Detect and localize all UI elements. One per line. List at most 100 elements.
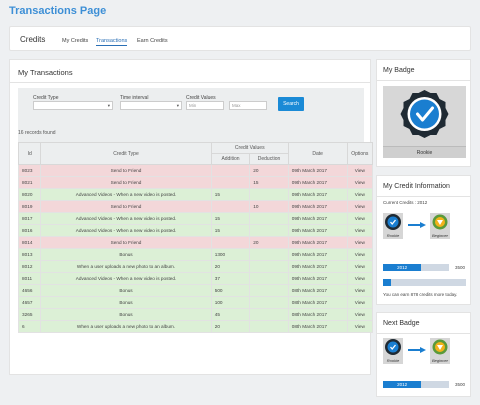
- next-badge-progress-fill: 2012: [383, 381, 422, 388]
- table-row: 8011 Advanced Videos - When a new video i…: [17, 272, 374, 285]
- table-row: 3265 Bonus 45 08th March 2017 View: [17, 308, 374, 321]
- view-link[interactable]: View: [346, 212, 374, 225]
- table-row: 8012 When a user uploads a new photo to a…: [17, 260, 374, 273]
- search-button[interactable]: Search: [278, 97, 304, 111]
- cell-credit-type: Send to Friend: [40, 176, 212, 189]
- cell-date: 09th March 2017: [287, 212, 348, 225]
- cell-date: 08th March 2017: [287, 320, 348, 333]
- my-badge-panel: My Badge Rookie: [376, 59, 471, 167]
- view-link[interactable]: View: [346, 176, 374, 189]
- chevron-down-icon: ▾: [176, 103, 179, 108]
- view-link[interactable]: View: [346, 188, 374, 201]
- cell-id: 4657: [17, 296, 42, 309]
- cell-addition: 100: [210, 296, 251, 309]
- cell-id: 4656: [17, 284, 42, 297]
- cell-id: 8014: [17, 236, 42, 249]
- table-row: 4657 Bonus 100 08th March 2017 View: [17, 296, 374, 309]
- cell-credit-type: When a user uploads a new photo to an al…: [40, 320, 212, 333]
- cell-credit-type: Bonus: [40, 284, 212, 297]
- table-row: 8014 Send to Friend 20 09th March 2017 View: [17, 236, 374, 249]
- view-link[interactable]: View: [346, 236, 374, 249]
- view-link[interactable]: View: [346, 284, 374, 297]
- col-addition: Addition: [210, 153, 251, 165]
- cell-credit-type: Advanced Videos - When a new video is po…: [40, 272, 212, 285]
- view-link[interactable]: View: [346, 296, 374, 309]
- cell-deduction: [249, 248, 289, 261]
- cell-credit-type: Bonus: [40, 248, 212, 261]
- cell-date: 08th March 2017: [287, 296, 348, 309]
- next-badge-progress-bar: 2012: [383, 381, 449, 388]
- cell-credit-type: Send to Friend: [40, 164, 212, 177]
- credit-progress-max: 3500: [455, 265, 466, 270]
- table-row: 6 When a user uploads a new photo to an a…: [17, 320, 374, 333]
- credit-info-panel: My Credit Information Current Credits : …: [376, 175, 471, 305]
- next-badge-panel: Next Badge Rookie Beginner 2012 3500: [376, 312, 471, 397]
- col-credit-type: Credit Type: [40, 142, 212, 165]
- daily-progress-fill: [383, 279, 392, 286]
- tab-my-credits[interactable]: My Credits: [62, 38, 88, 44]
- col-id: Id: [17, 142, 42, 165]
- cell-credit-type: Bonus: [40, 296, 212, 309]
- cell-id: 8020: [17, 188, 42, 201]
- divider: [377, 80, 470, 81]
- view-link[interactable]: View: [346, 260, 374, 273]
- view-link[interactable]: View: [346, 224, 374, 237]
- cell-deduction: [249, 308, 289, 321]
- cell-addition: [210, 176, 251, 189]
- cell-addition: 45: [210, 308, 251, 321]
- cell-date: 09th March 2017: [287, 272, 348, 285]
- view-link[interactable]: View: [346, 308, 374, 321]
- col-options: Options: [346, 142, 374, 165]
- min-input[interactable]: Min: [186, 101, 224, 110]
- from-badge-name: Rookie: [386, 358, 400, 363]
- cell-date: 09th March 2017: [287, 260, 348, 273]
- rookie-badge-icon: [385, 339, 401, 355]
- cell-credit-type: Bonus: [40, 308, 212, 321]
- cell-deduction: 20: [249, 164, 289, 177]
- cell-deduction: 20: [249, 236, 289, 249]
- cell-credit-type: Send to Friend: [40, 200, 212, 213]
- table-row: 8020 Advanced Videos - When a new video i…: [17, 188, 374, 201]
- divider: [377, 333, 470, 334]
- cell-addition: 15: [210, 188, 251, 201]
- time-interval-select[interactable]: ▾: [120, 101, 182, 110]
- view-link[interactable]: View: [346, 320, 374, 333]
- view-link[interactable]: View: [346, 164, 374, 177]
- view-link[interactable]: View: [346, 248, 374, 261]
- cell-deduction: [249, 188, 289, 201]
- table-row: 4656 Bonus 500 08th March 2017 View: [17, 284, 374, 297]
- arrow-right-icon: [408, 347, 426, 353]
- col-deduction: Deduction: [249, 153, 289, 165]
- beginner-badge-icon: [432, 339, 448, 355]
- cell-date: 09th March 2017: [287, 164, 348, 177]
- view-link[interactable]: View: [346, 200, 374, 213]
- cell-credit-type: Advanced Videos - When a new video is po…: [40, 224, 212, 237]
- cell-credit-type: When a user uploads a new photo to an al…: [40, 260, 212, 273]
- view-link[interactable]: View: [346, 272, 374, 285]
- cell-id: 8011: [17, 272, 42, 285]
- cell-id: 8012: [17, 260, 42, 273]
- cell-addition: 37: [210, 272, 251, 285]
- credit-progress-fill: 2012: [383, 264, 422, 271]
- table-row: 8017 Advanced Videos - When a new video i…: [17, 212, 374, 225]
- max-input[interactable]: Max: [229, 101, 267, 110]
- my-badge-heading: My Badge: [383, 67, 415, 74]
- credit-type-select[interactable]: ▾: [33, 101, 113, 110]
- next-badge-heading: Next Badge: [383, 320, 420, 327]
- from-badge-card: Rookie: [383, 338, 403, 364]
- cell-deduction: [249, 212, 289, 225]
- tab-earn-credits[interactable]: Earn Credits: [137, 38, 168, 44]
- records-count: 16 records found: [18, 130, 56, 136]
- cell-date: 09th March 2017: [287, 248, 348, 261]
- badge-card: Rookie: [383, 86, 466, 158]
- tab-transactions[interactable]: Transactions: [96, 38, 128, 46]
- table-row: 8023 Send to Friend 20 09th March 2017 View: [17, 164, 374, 177]
- cell-addition: [210, 164, 251, 177]
- cell-date: 09th March 2017: [287, 236, 348, 249]
- earn-more-text: You can earn 878 credits more today.: [383, 292, 458, 297]
- cell-deduction: [249, 284, 289, 297]
- credits-nav: Credits My Credits Transactions Earn Cre…: [9, 26, 471, 51]
- table-row: 8021 Send to Friend 15 09th March 2017 View: [17, 176, 374, 189]
- rookie-badge-icon: [385, 214, 401, 230]
- cell-addition: 15: [210, 224, 251, 237]
